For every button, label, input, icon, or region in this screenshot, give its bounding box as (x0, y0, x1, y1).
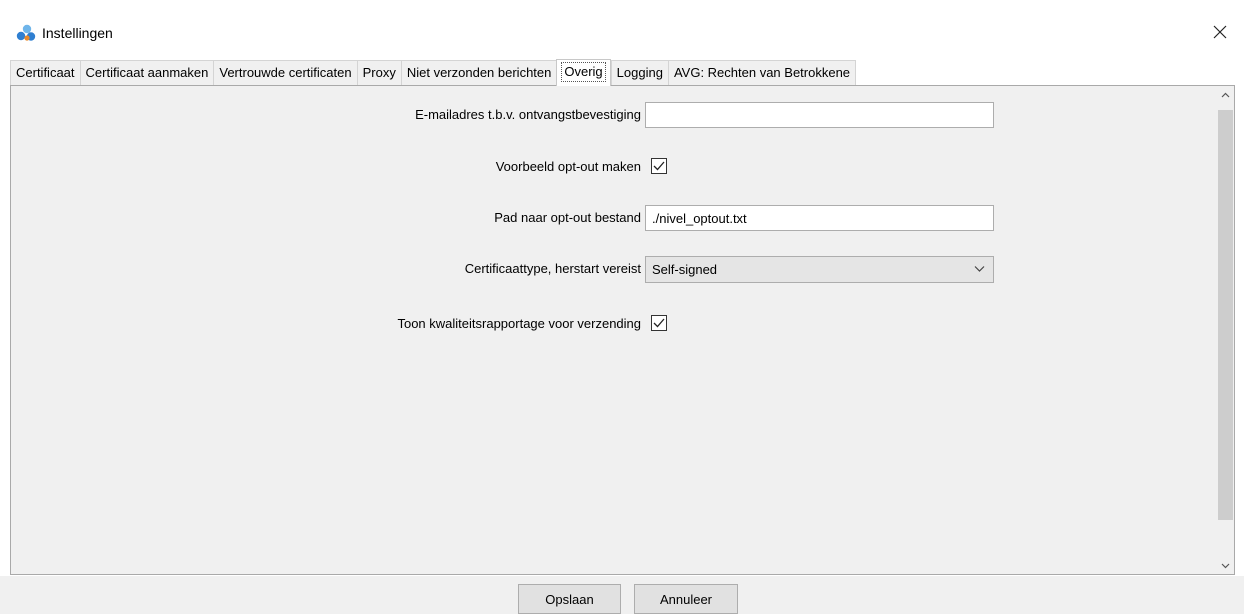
email-field[interactable] (645, 102, 994, 128)
cert-type-select[interactable]: Self-signed (645, 256, 994, 283)
quality-report-checkbox[interactable] (651, 315, 667, 331)
scroll-down-button[interactable] (1217, 557, 1234, 574)
cert-type-value: Self-signed (652, 262, 718, 277)
tab-niet-verzonden-berichten[interactable]: Niet verzonden berichten (400, 60, 557, 85)
vertical-scrollbar[interactable] (1217, 86, 1234, 574)
tab-vertrouwde-certificaten[interactable]: Vertrouwde certificaten (213, 60, 357, 85)
save-button[interactable]: Opslaan (518, 584, 621, 614)
tab-certificaat-aanmaken[interactable]: Certificaat aanmaken (79, 60, 214, 85)
scroll-up-button[interactable] (1217, 86, 1234, 103)
scroll-thumb[interactable] (1218, 110, 1233, 520)
checkmark-icon (653, 161, 665, 171)
tab-label: AVG: Rechten van Betrokkene (673, 65, 851, 80)
optout-example-row: Voorbeeld opt-out maken (11, 154, 1216, 180)
tab-label: Niet verzonden berichten (406, 65, 552, 80)
email-label: E-mailadres t.b.v. ontvangstbevestiging (415, 107, 641, 122)
close-icon (1213, 25, 1227, 39)
button-bar: Opslaan Annuleer (0, 576, 1244, 614)
tab-avg-rechten[interactable]: AVG: Rechten van Betrokkene (667, 60, 857, 85)
quality-report-label: Toon kwaliteitsrapportage voor verzendin… (397, 316, 641, 331)
tab-strip: Certificaat Certificaat aanmaken Vertrou… (10, 59, 857, 86)
tab-label: Certificaat (16, 65, 75, 80)
chevron-down-icon (974, 266, 985, 272)
title-bar: Instellingen (0, 0, 1244, 56)
settings-panel: E-mailadres t.b.v. ontvangstbevestiging … (10, 85, 1235, 575)
optout-example-label: Voorbeeld opt-out maken (495, 159, 641, 174)
cert-type-row: Certificaattype, herstart vereist Self-s… (11, 256, 1216, 283)
optout-path-field[interactable] (645, 205, 994, 231)
close-button[interactable] (1204, 18, 1236, 46)
cert-type-label: Certificaattype, herstart vereist (464, 261, 641, 276)
tab-certificaat[interactable]: Certificaat (10, 60, 80, 85)
chevron-down-icon (1221, 563, 1230, 568)
tab-proxy[interactable]: Proxy (356, 60, 401, 85)
tab-label: Proxy (362, 65, 396, 80)
email-row: E-mailadres t.b.v. ontvangstbevestiging (11, 102, 1216, 128)
tab-label: Vertrouwde certificaten (219, 65, 352, 80)
checkmark-icon (653, 318, 665, 328)
cancel-button[interactable]: Annuleer (634, 584, 738, 614)
chevron-up-icon (1221, 92, 1230, 97)
optout-example-checkbox[interactable] (651, 158, 667, 174)
app-logo-icon (16, 24, 36, 41)
tab-label: Logging (616, 65, 663, 80)
tab-label: Overig (561, 62, 606, 82)
tab-overig[interactable]: Overig (556, 59, 611, 86)
quality-report-row: Toon kwaliteitsrapportage voor verzendin… (11, 311, 1216, 337)
tab-logging[interactable]: Logging (610, 60, 668, 85)
tab-label: Certificaat aanmaken (85, 65, 209, 80)
window-title: Instellingen (42, 25, 113, 41)
optout-path-label: Pad naar opt-out bestand (494, 210, 641, 225)
optout-path-row: Pad naar opt-out bestand (11, 205, 1216, 231)
